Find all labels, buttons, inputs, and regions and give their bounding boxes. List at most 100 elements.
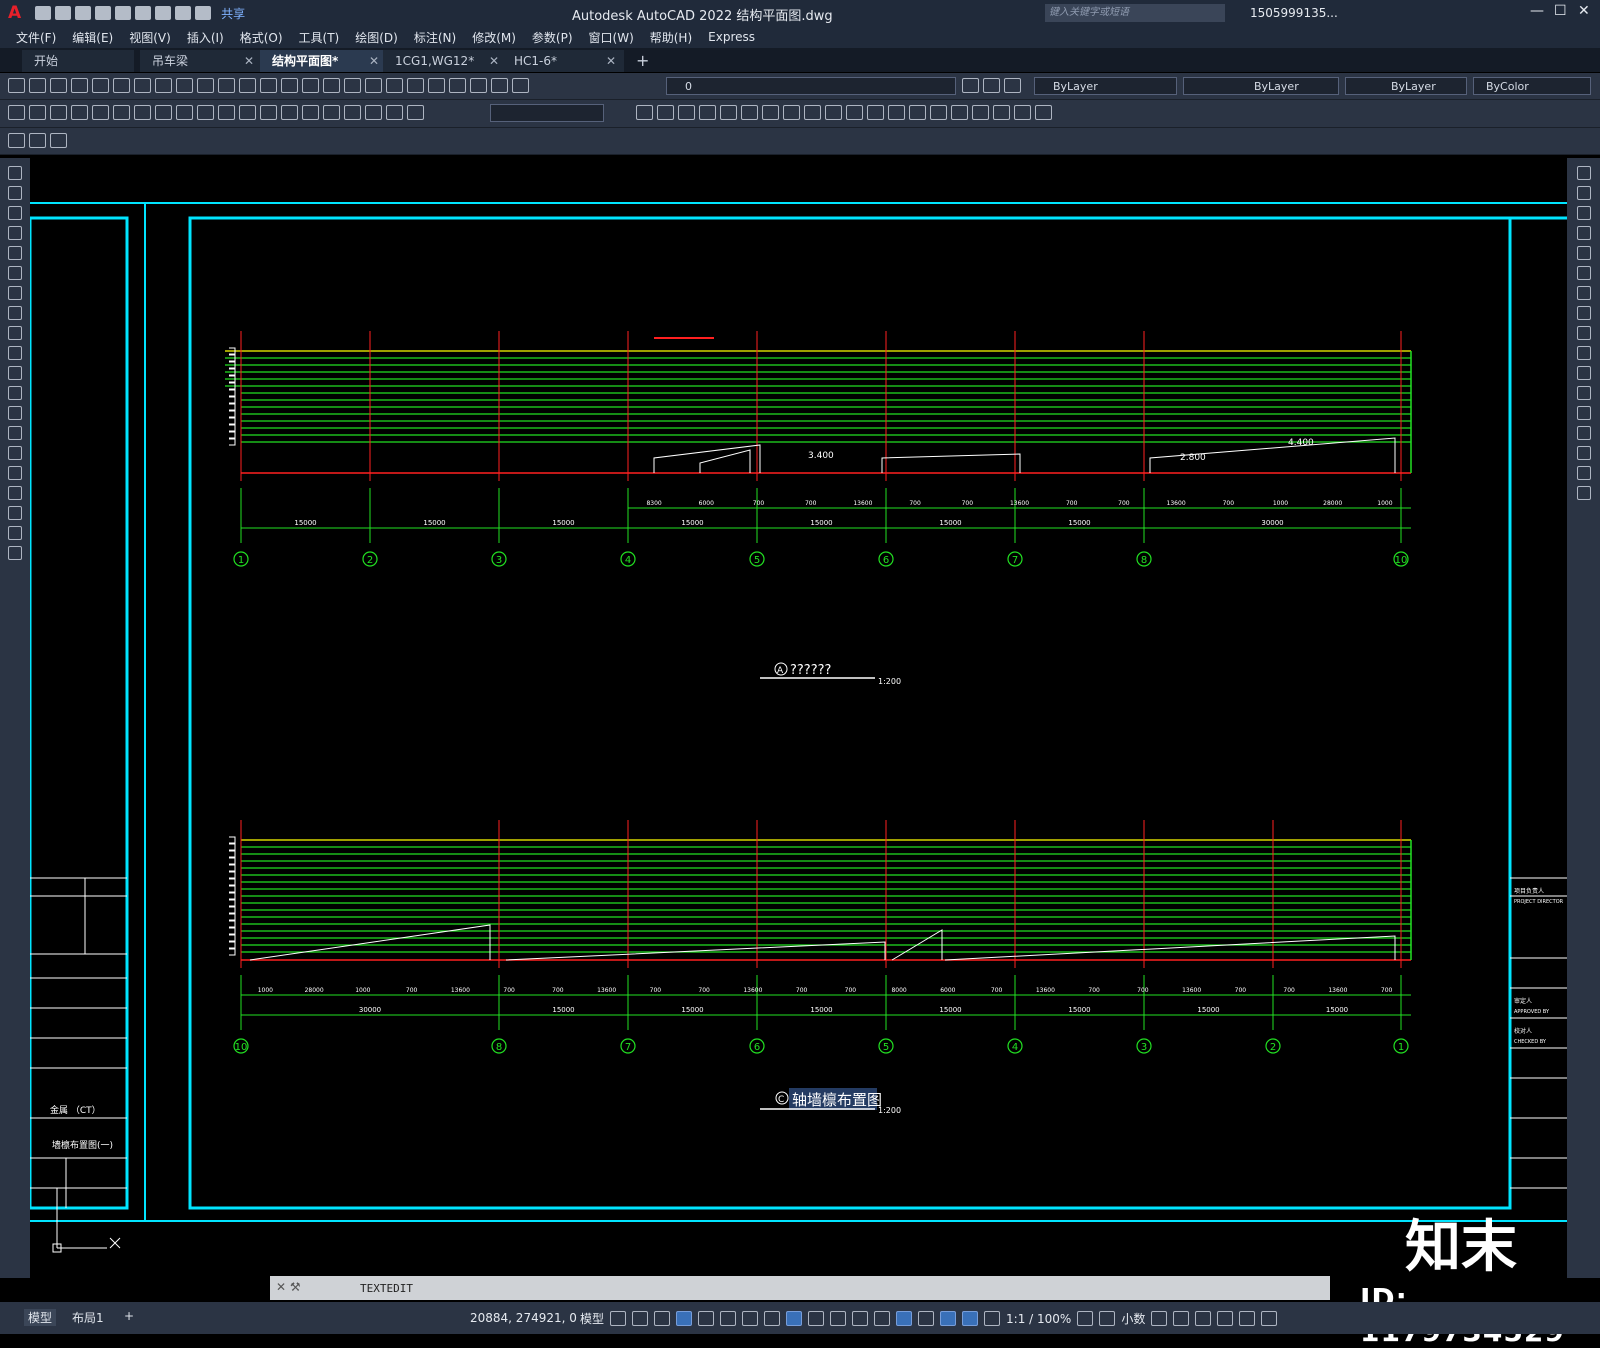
trim-icon[interactable] (825, 105, 842, 120)
preview-icon[interactable] (92, 78, 109, 93)
workspace-icon[interactable] (1077, 1311, 1094, 1326)
join-icon[interactable] (1576, 406, 1591, 420)
table-style-icon[interactable] (29, 133, 46, 148)
command-line-close-icon[interactable]: ✕ ⚒ (276, 1280, 301, 1294)
save-icon[interactable] (75, 6, 92, 20)
multileader-icon[interactable] (50, 133, 67, 148)
stretch-icon[interactable] (1576, 326, 1591, 340)
gizmo-icon[interactable] (940, 1311, 957, 1326)
group-icon[interactable] (993, 105, 1010, 120)
dim-update-icon[interactable] (407, 105, 424, 120)
join-icon[interactable] (888, 105, 905, 120)
lock-ui-icon[interactable] (1173, 1311, 1190, 1326)
layer-previous-icon[interactable] (983, 78, 1000, 93)
block-icon[interactable] (1035, 105, 1052, 120)
new-icon[interactable] (8, 78, 25, 93)
dynamic-ucs-icon[interactable] (896, 1311, 913, 1326)
web-icon[interactable] (115, 6, 132, 20)
arc-icon[interactable] (8, 266, 22, 280)
jogged-linear-icon[interactable] (344, 105, 361, 120)
plus-icon[interactable] (1099, 1311, 1116, 1326)
menu-format[interactable]: 格式(O) (240, 29, 283, 46)
add-layout-button[interactable]: + (124, 1309, 134, 1323)
menu-draw[interactable]: 绘图(D) (355, 29, 398, 46)
tab-structural-plan[interactable]: 结构平面图* ✕ (260, 50, 387, 72)
autocad-logo-icon[interactable]: A (8, 3, 21, 23)
radius-icon[interactable] (92, 105, 109, 120)
ungroup-icon[interactable] (1014, 105, 1031, 120)
mirror-icon[interactable] (1576, 206, 1591, 220)
polyline-icon[interactable] (8, 206, 22, 220)
dynamic-input-icon[interactable] (676, 1311, 693, 1326)
chamfer-icon[interactable] (909, 105, 926, 120)
mtext-icon[interactable] (8, 526, 22, 540)
copy-object-icon[interactable] (1576, 186, 1591, 200)
osnap-icon[interactable] (786, 1311, 803, 1326)
close-icon[interactable]: ✕ (369, 50, 379, 72)
selection-filter-icon[interactable] (918, 1311, 935, 1326)
text-style-icon[interactable] (8, 133, 25, 148)
tab-crane-beam[interactable]: 吊车梁 ✕ (140, 50, 262, 72)
new-tab-button[interactable]: + (636, 51, 649, 70)
dim-style-dropdown[interactable] (490, 104, 604, 122)
search-input[interactable]: 键入关键字或短语 (1045, 4, 1225, 22)
offset-icon[interactable] (1576, 226, 1591, 240)
blend-icon[interactable] (1576, 466, 1591, 480)
center-mark-icon[interactable] (302, 105, 319, 120)
close-icon[interactable]: ✕ (606, 50, 616, 72)
chamfer-icon[interactable] (1576, 426, 1591, 440)
tab-start[interactable]: 开始 (22, 50, 134, 72)
move-icon[interactable] (1576, 266, 1591, 280)
make-block-icon[interactable] (8, 406, 22, 420)
close-icon[interactable]: ✕ (244, 50, 254, 72)
close-icon[interactable]: ✕ (489, 50, 499, 72)
cut-icon[interactable] (155, 78, 172, 93)
sheet-set-icon[interactable] (428, 78, 445, 93)
transparency-icon[interactable] (830, 1311, 847, 1326)
lineweight-icon[interactable] (808, 1311, 825, 1326)
plot-icon[interactable] (155, 6, 172, 20)
markup-icon[interactable] (449, 78, 466, 93)
publish-icon[interactable] (113, 78, 130, 93)
selection-cycling-icon[interactable] (852, 1311, 869, 1326)
close-button[interactable]: ✕ (1578, 3, 1590, 19)
layer-state-icon[interactable] (1004, 78, 1021, 93)
move-icon[interactable] (741, 105, 758, 120)
undo-icon[interactable] (239, 78, 256, 93)
spline-icon[interactable] (8, 326, 22, 340)
command-line[interactable]: ✕ ⚒ TEXTEDIT (270, 1276, 1330, 1300)
linear-dim-icon[interactable] (8, 105, 25, 120)
array-icon[interactable] (1576, 246, 1591, 260)
fillet-icon[interactable] (930, 105, 947, 120)
save-icon[interactable] (50, 78, 67, 93)
gradient-icon[interactable] (8, 466, 22, 480)
extend-icon[interactable] (846, 105, 863, 120)
rotate-icon[interactable] (762, 105, 779, 120)
stretch-icon[interactable] (804, 105, 821, 120)
quick-dim-icon[interactable] (176, 105, 193, 120)
layout-tab[interactable]: 布局1 (72, 1309, 104, 1326)
fillet-icon[interactable] (1576, 446, 1591, 460)
menu-help[interactable]: 帮助(H) (650, 29, 692, 46)
redo-icon[interactable] (260, 78, 277, 93)
break-at-point-icon[interactable] (867, 105, 884, 120)
revcloud-icon[interactable] (8, 306, 22, 320)
tool-palettes-icon[interactable] (407, 78, 424, 93)
scale-icon[interactable] (783, 105, 800, 120)
infer-icon[interactable] (654, 1311, 671, 1326)
annotation-scale[interactable]: 1:1 / 100% (1006, 1312, 1071, 1326)
add-selected-icon[interactable] (8, 546, 22, 560)
3d-osnap-icon[interactable] (874, 1311, 891, 1326)
zoom-previous-icon[interactable] (344, 78, 361, 93)
quick-properties-icon[interactable] (1151, 1311, 1168, 1326)
open-icon[interactable] (55, 6, 72, 20)
erase-icon[interactable] (1576, 166, 1591, 180)
break-icon[interactable] (260, 105, 277, 120)
menu-express[interactable]: Express (708, 30, 755, 44)
copy-icon[interactable] (176, 78, 193, 93)
units-dropdown[interactable]: 小数 (1121, 1310, 1145, 1327)
array-icon[interactable] (720, 105, 737, 120)
clean-screen-icon[interactable] (1239, 1311, 1256, 1326)
export-icon[interactable] (135, 6, 152, 20)
explode-icon[interactable] (951, 105, 968, 120)
